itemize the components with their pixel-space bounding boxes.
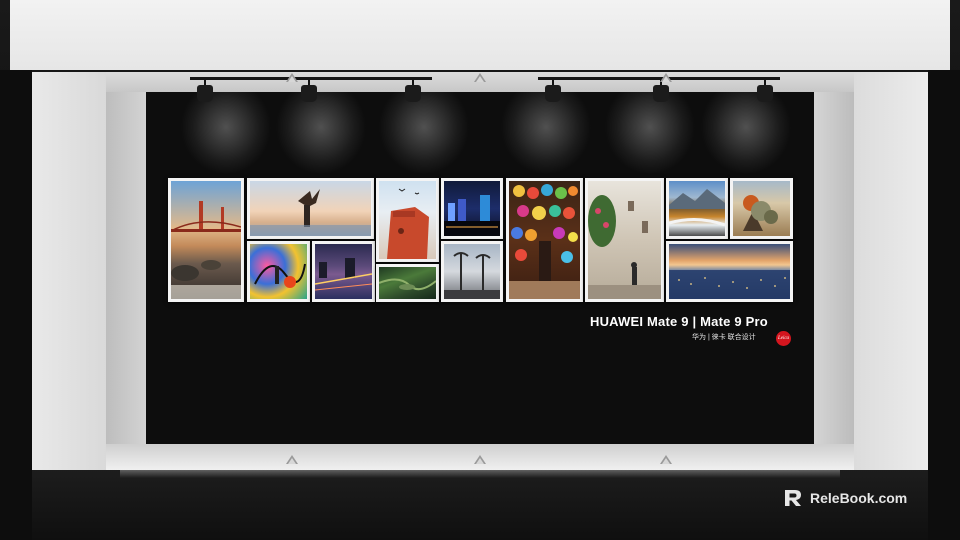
left-dark-edge — [0, 70, 32, 540]
watermark-text: RelеBook.com — [810, 490, 908, 506]
spotlight-lamp-icon — [756, 80, 774, 102]
floor-glow — [120, 470, 840, 478]
relebook-logo-icon — [785, 490, 801, 506]
brand-block: HUAWEI Mate 9 | Mate 9 Pro 华为 | 徕卡 联合设计 … — [590, 314, 791, 354]
left-frame-pillar — [32, 72, 106, 470]
gallery-scene: HUAWEI Mate 9 | Mate 9 Pro 华为 | 徕卡 联合设计 … — [0, 0, 960, 540]
hanger-icon — [474, 73, 486, 83]
brand-subtitle: 华为 | 徕卡 联合设计 — [692, 334, 756, 341]
hanger-icon — [286, 73, 298, 83]
hanger-icon — [660, 73, 672, 83]
spotlight-lamp-icon — [652, 80, 670, 102]
brand-title: HUAWEI Mate 9 | Mate 9 Pro — [590, 314, 768, 329]
right-frame-pillar — [854, 72, 928, 470]
hanger-icon — [286, 455, 298, 465]
hanger-icon — [660, 455, 672, 465]
photo-graffiti-wall[interactable] — [247, 241, 310, 302]
photo-lantern-market[interactable] — [506, 178, 583, 302]
photo-golden-gate-bridge[interactable] — [168, 178, 244, 302]
spotlight-lamp-icon — [404, 80, 422, 102]
photo-palm-street[interactable] — [441, 241, 503, 302]
photo-city-sunset-aerial[interactable] — [666, 241, 793, 302]
photo-desert-cactus[interactable] — [730, 178, 793, 239]
spotlight-lamp-icon — [196, 80, 214, 102]
spotlight-lamp-icon — [300, 80, 318, 102]
top-header-panel — [10, 0, 950, 70]
photo-red-fortress[interactable] — [376, 178, 439, 262]
leica-logo-icon: Leica — [776, 331, 791, 346]
right-dark-edge — [928, 70, 960, 540]
photo-old-town-alley[interactable] — [585, 178, 664, 302]
photo-hair-flip-beach[interactable] — [247, 178, 374, 239]
watermark: RelеBook.com — [782, 487, 907, 509]
photo-night-river[interactable] — [312, 241, 375, 302]
photo-city-night-skyline[interactable] — [441, 178, 503, 239]
spotlight-lamp-icon — [544, 80, 562, 102]
photo-mountain-river[interactable] — [666, 178, 728, 239]
hanger-icon — [474, 455, 486, 465]
photo-green-valley[interactable] — [376, 264, 439, 302]
